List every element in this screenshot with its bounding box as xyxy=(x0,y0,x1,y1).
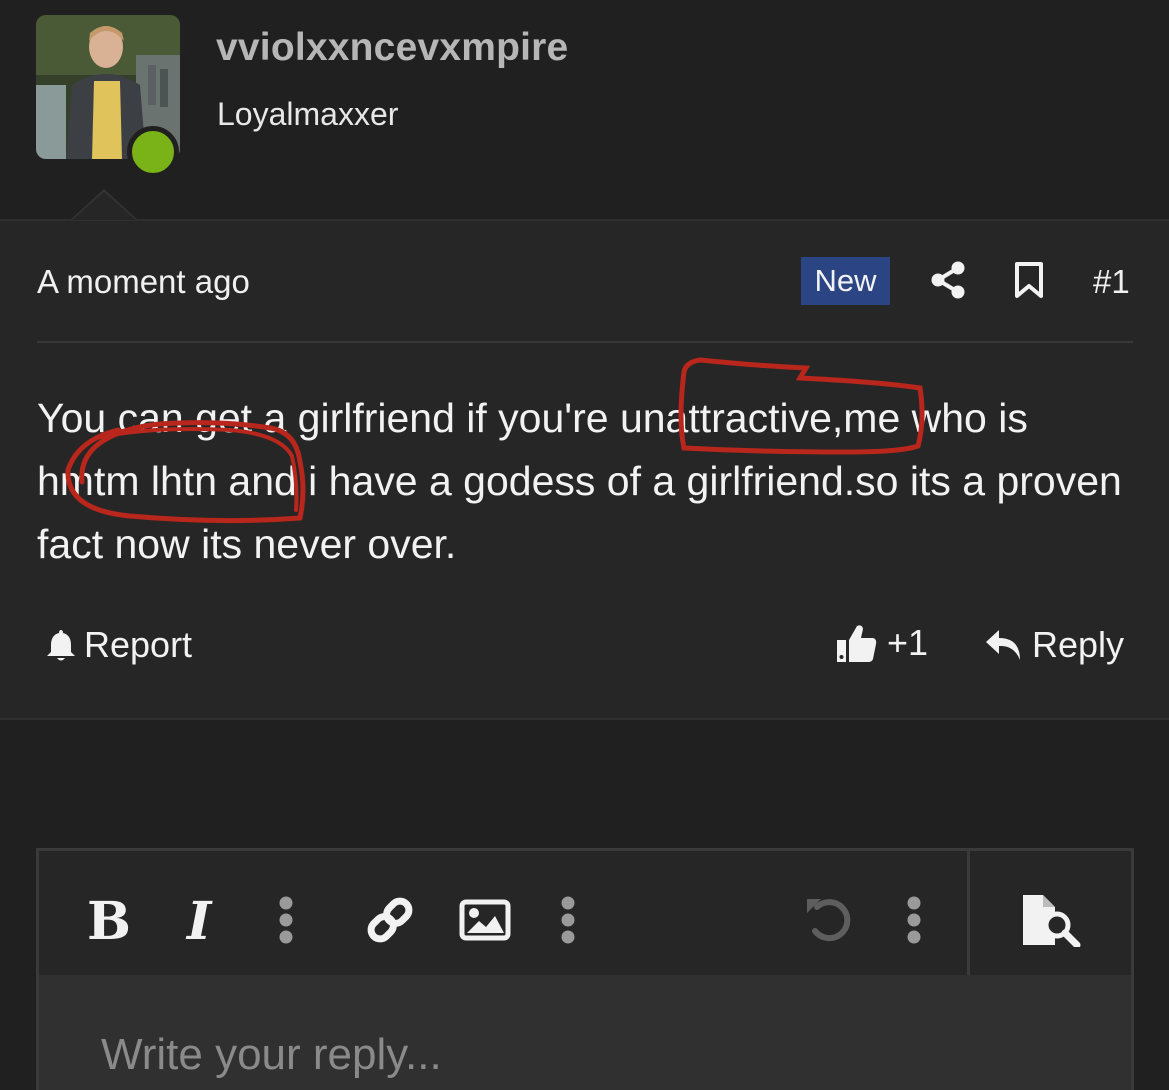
italic-button[interactable]: I xyxy=(187,891,211,952)
bold-button[interactable]: B xyxy=(87,891,131,952)
reply-editor: B I xyxy=(36,848,1134,1090)
online-status-indicator xyxy=(127,126,179,178)
image-icon[interactable] xyxy=(459,899,511,941)
post-body: You can get a girlfriend if you're unatt… xyxy=(37,395,1122,567)
bookmark-icon[interactable] xyxy=(1014,261,1044,299)
link-icon[interactable] xyxy=(365,895,415,945)
username[interactable]: vviolxxncevxmpire xyxy=(216,26,568,70)
divider xyxy=(0,718,1169,720)
user-header: vviolxxncevxmpire Loyalmaxxer xyxy=(0,0,1169,221)
editor-toolbar: B I xyxy=(39,851,1131,975)
more-text-options-icon[interactable] xyxy=(273,895,299,945)
reply-arrow-icon xyxy=(986,630,1020,660)
new-badge: New xyxy=(801,257,890,305)
toolbar-divider xyxy=(967,851,970,975)
report-button[interactable]: Report xyxy=(44,624,192,666)
more-options-icon[interactable] xyxy=(901,895,927,945)
like-count: +1 xyxy=(887,622,929,663)
thumbs-up-icon xyxy=(837,625,877,662)
speech-pointer xyxy=(72,192,136,220)
preview-icon[interactable] xyxy=(1019,893,1083,947)
reply-label: Reply xyxy=(1032,624,1125,665)
divider xyxy=(37,341,1133,343)
reply-input[interactable] xyxy=(39,975,1131,1090)
undo-icon[interactable] xyxy=(803,895,855,945)
more-insert-options-icon[interactable] xyxy=(555,895,581,945)
thread-page: vviolxxncevxmpire Loyalmaxxer A moment a… xyxy=(0,0,1169,1090)
user-title: Loyalmaxxer xyxy=(217,96,399,132)
reply-text-area xyxy=(39,975,1131,1090)
report-label: Report xyxy=(84,624,193,665)
post-timestamp[interactable]: A moment ago xyxy=(37,263,250,301)
share-icon[interactable] xyxy=(930,261,966,299)
post-card: A moment ago New #1 You can get a girlfr… xyxy=(0,221,1169,719)
reply-button[interactable]: Reply xyxy=(984,624,1124,666)
post-number-link[interactable]: #1 xyxy=(1093,263,1130,301)
like-button[interactable]: +1 xyxy=(835,622,928,664)
bell-icon xyxy=(47,630,75,661)
